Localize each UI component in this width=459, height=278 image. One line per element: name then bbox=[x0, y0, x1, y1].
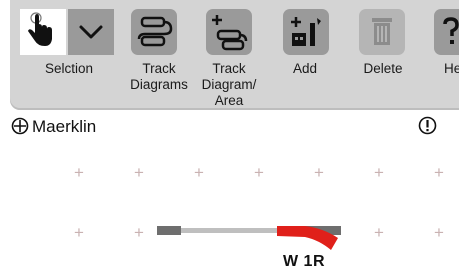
grid-marker: + bbox=[374, 223, 384, 242]
grid-marker: + bbox=[254, 163, 264, 182]
grid-marker: + bbox=[194, 163, 204, 182]
track-diagram-area-label: Track Diagram/ Area bbox=[201, 61, 257, 108]
delete-label: Delete bbox=[363, 61, 403, 76]
grid-marker: + bbox=[74, 223, 84, 242]
track-diagram-area-icon bbox=[212, 15, 248, 51]
toolbar: Selction Track Diagrams Track Diagram/ A… bbox=[10, 0, 459, 110]
selection-button[interactable] bbox=[20, 9, 66, 55]
grid-marker: + bbox=[74, 163, 84, 182]
info-icon[interactable] bbox=[418, 116, 437, 135]
grid-marker: + bbox=[434, 223, 444, 242]
grid-marker: + bbox=[134, 223, 144, 242]
grid-marker: + bbox=[434, 163, 444, 182]
hand-pointer-icon bbox=[28, 12, 52, 46]
selection-dropdown-button[interactable] bbox=[68, 9, 114, 55]
add-icon bbox=[291, 17, 321, 46]
help-icon bbox=[443, 17, 459, 44]
track-label: W 1R bbox=[283, 253, 325, 270]
track-diagrams-button[interactable] bbox=[131, 9, 177, 55]
grid-marker: + bbox=[314, 163, 324, 182]
chevron-down-icon bbox=[79, 25, 103, 39]
track-diagrams-icon bbox=[137, 16, 173, 47]
delete-button[interactable] bbox=[359, 9, 405, 55]
window-edge bbox=[0, 0, 10, 110]
help-label: He bbox=[444, 61, 459, 76]
add-button[interactable] bbox=[283, 9, 329, 55]
move-icon[interactable] bbox=[11, 117, 29, 135]
delete-icon bbox=[372, 18, 392, 45]
track-diagram-area-button[interactable] bbox=[206, 9, 252, 55]
help-button[interactable] bbox=[434, 9, 459, 55]
track-straight-segment bbox=[181, 228, 277, 233]
grid-marker: + bbox=[374, 163, 384, 182]
selection-label: Selction bbox=[44, 61, 94, 76]
grid-marker: + bbox=[134, 163, 144, 182]
track-end-left bbox=[157, 226, 181, 235]
layout-title: Maerklin bbox=[32, 117, 97, 136]
track-diagrams-label: Track Diagrams bbox=[130, 61, 188, 92]
add-label: Add bbox=[292, 61, 318, 76]
